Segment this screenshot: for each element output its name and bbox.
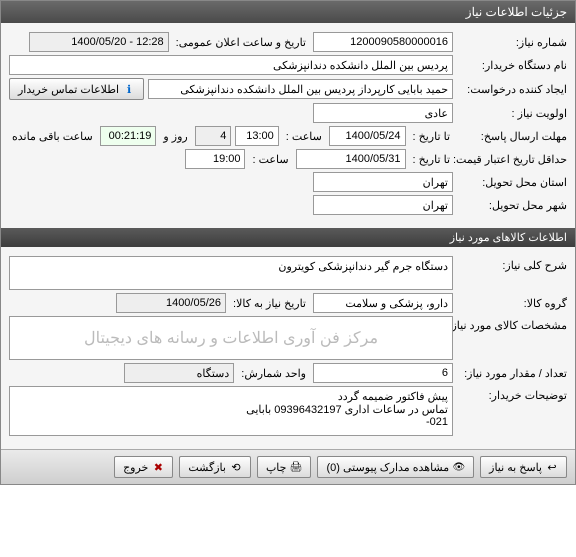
buyer-notes-field: پیش فاکتور ضمیمه گردد تماس در ساعات ادار… — [9, 386, 453, 436]
province-label: استان محل تحویل: — [457, 176, 567, 189]
spec-label: مشخصات کالای مورد نیاز: — [457, 316, 567, 332]
unit-label: واحد شمارش: — [238, 367, 309, 380]
need-number-label: شماره نیاز: — [457, 36, 567, 49]
attachments-button[interactable]: مشاهده مدارک پیوستی (0) — [317, 456, 474, 478]
remain-label: ساعت باقی مانده — [9, 130, 96, 143]
qty-label: تعداد / مقدار مورد نیاز: — [457, 367, 567, 380]
reply-icon — [546, 461, 558, 473]
min-valid-label: حداقل تاریخ اعتبار قیمت: — [457, 153, 567, 166]
bottom-toolbar: پاسخ به نیاز مشاهده مدارک پیوستی (0) چاپ… — [1, 449, 575, 484]
group-label: گروه کالا: — [457, 297, 567, 310]
desc-field: دستگاه جرم گیر دندانپزشکی کویترون — [9, 256, 453, 290]
city-label: شهر محل تحویل: — [457, 199, 567, 212]
exit-button[interactable]: خروج — [114, 456, 173, 478]
days-remain-field: 4 — [195, 126, 232, 146]
desc-label: شرح کلی نیاز: — [457, 256, 567, 272]
reply-label: پاسخ به نیاز — [489, 461, 542, 474]
deadline-reply-label: مهلت ارسال پاسخ: — [457, 130, 567, 143]
remain-time-field: 00:21:19 — [100, 126, 157, 146]
priority-label: اولویت نیاز : — [457, 107, 567, 120]
back-button[interactable]: بازگشت — [179, 456, 251, 478]
province-field: تهران — [313, 172, 453, 192]
back-icon — [230, 461, 242, 473]
deadline-time-field: 13:00 — [235, 126, 278, 146]
min-valid-date-field: 1400/05/31 — [296, 149, 406, 169]
buyer-label: نام دستگاه خریدار: — [457, 59, 567, 72]
eye-icon — [453, 461, 465, 473]
window-title: جزئیات اطلاعات نیاز — [466, 5, 567, 19]
to-date-label-2: تا تاریخ : — [410, 153, 453, 166]
reply-button[interactable]: پاسخ به نیاز — [480, 456, 567, 478]
goods-section: شرح کلی نیاز: دستگاه جرم گیر دندانپزشکی … — [1, 247, 575, 449]
min-valid-time-field: 19:00 — [185, 149, 245, 169]
need-details-window: جزئیات اطلاعات نیاز شماره نیاز: 12000905… — [0, 0, 576, 485]
group-field: دارو، پزشکی و سلامت — [313, 293, 453, 313]
deadline-date-field: 1400/05/24 — [329, 126, 406, 146]
spec-field: مرکز فن آوری اطلاعات و رسانه های دیجیتال — [9, 316, 453, 360]
city-field: تهران — [313, 195, 453, 215]
print-icon — [290, 461, 302, 473]
buyer-contact-label: اطلاعات تماس خریدار — [18, 83, 119, 96]
buyer-notes-label: توضیحات خریدار: — [457, 386, 567, 402]
announce-field: 12:28 - 1400/05/20 — [29, 32, 169, 52]
print-button[interactable]: چاپ — [257, 456, 312, 478]
attachments-label: مشاهده مدارک پیوستی (0) — [326, 461, 449, 474]
priority-field: عادی — [313, 103, 453, 123]
back-label: بازگشت — [188, 461, 226, 474]
print-label: چاپ — [266, 461, 287, 474]
need-date-field: 1400/05/26 — [116, 293, 226, 313]
need-info-section: شماره نیاز: 1200090580000016 تاریخ و ساع… — [1, 23, 575, 228]
time-label-1: ساعت : — [283, 130, 325, 143]
buyer-field: پردیس بین الملل دانشکده دندانپزشکی — [9, 55, 453, 75]
unit-field: دستگاه — [124, 363, 234, 383]
window-titlebar: جزئیات اطلاعات نیاز — [1, 1, 575, 23]
info-icon — [123, 83, 135, 95]
buyer-contact-button[interactable]: اطلاعات تماس خریدار — [9, 78, 144, 100]
announce-label: تاریخ و ساعت اعلان عمومی: — [173, 36, 309, 49]
goods-section-title: اطلاعات کالاهای مورد نیاز — [450, 232, 567, 244]
exit-icon — [152, 461, 164, 473]
days-label: روز و — [160, 130, 190, 143]
need-date-label: تاریخ نیاز به کالا: — [230, 297, 309, 310]
time-label-2: ساعت : — [249, 153, 291, 166]
qty-field: 6 — [313, 363, 453, 383]
to-date-label-1: تا تاریخ : — [410, 130, 453, 143]
exit-label: خروج — [123, 461, 148, 474]
creator-field: حمید بابایی کارپرداز پردیس بین الملل دان… — [148, 79, 453, 99]
need-number-field: 1200090580000016 — [313, 32, 453, 52]
creator-label: ایجاد کننده درخواست: — [457, 83, 567, 96]
goods-section-header: اطلاعات کالاهای مورد نیاز — [1, 228, 575, 247]
